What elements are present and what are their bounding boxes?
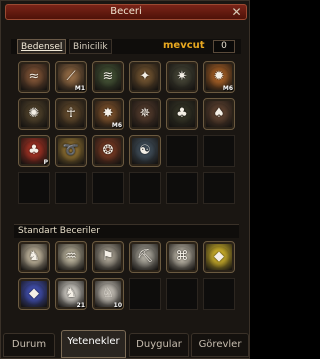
skill-glyph: ✷ bbox=[176, 69, 188, 84]
skill-glyph: ✦ bbox=[139, 69, 151, 84]
warrior-icon[interactable]: ✸ M6 bbox=[92, 98, 124, 130]
empty-skill-slot[interactable] bbox=[166, 135, 198, 167]
rope-icon[interactable]: ≈ bbox=[18, 61, 50, 93]
skill-glyph: ⚑ bbox=[102, 249, 114, 264]
skill-glyph: ☥ bbox=[66, 106, 76, 121]
skill-glyph: ≈ bbox=[28, 69, 40, 84]
points-label: mevcut bbox=[163, 40, 205, 51]
yellow-gem-icon[interactable]: ◆ bbox=[203, 241, 235, 273]
skill-glyph: ♣ bbox=[28, 143, 40, 158]
flag-icon[interactable]: ⚑ bbox=[92, 241, 124, 273]
skill-level: M6 bbox=[222, 85, 233, 92]
standard-skill-grid: ♞ ♒ ⚑ ⛏ ⌘ ◆ ◆ ♞ 21 ♘ 10 bbox=[18, 241, 239, 321]
skill-level: 10 bbox=[113, 302, 122, 309]
stripes-icon[interactable]: ≋ bbox=[92, 61, 124, 93]
skill-glyph: ◆ bbox=[214, 249, 224, 264]
tab-duygular[interactable]: Duygular bbox=[129, 333, 189, 357]
tab-yetenekler[interactable]: Yetenekler bbox=[61, 330, 126, 358]
close-icon[interactable]: ✕ bbox=[230, 6, 243, 19]
skill-grid: ≈ ⟋ M1 ≋ ✦ ✷ ✹ M6 ✺ ☥ ✸ M6 ✵ ♣ ♠ ♣ P ➰ ❂ ☯ bbox=[18, 61, 239, 211]
skill-glyph: ❂ bbox=[102, 143, 114, 158]
empty-skill-slot[interactable] bbox=[92, 172, 124, 204]
pickaxe-icon[interactable]: ⛏ bbox=[129, 241, 161, 273]
skill-glyph: ≋ bbox=[102, 69, 114, 84]
title-bar[interactable]: Beceri ✕ bbox=[5, 4, 247, 20]
skill-glyph: ✺ bbox=[28, 106, 40, 121]
bottom-tab-bar: Durum Yetenekler Duygular Görevler bbox=[1, 329, 251, 359]
skill-glyph: ⛏ bbox=[136, 249, 154, 264]
skill-glyph: ✸ bbox=[102, 106, 114, 121]
skill-glyph: ⌘ bbox=[175, 249, 189, 264]
skill-glyph: ✹ bbox=[213, 69, 225, 84]
sun-burst-icon[interactable]: ✹ M6 bbox=[203, 61, 235, 93]
blue-gem-icon[interactable]: ◆ bbox=[18, 278, 50, 310]
horse-rider-icon[interactable]: ♞ bbox=[18, 241, 50, 273]
spark-icon[interactable]: ✵ bbox=[129, 98, 161, 130]
empty-skill-slot[interactable] bbox=[166, 278, 198, 310]
skill-glyph: ✵ bbox=[139, 106, 151, 121]
skill-glyph: ◆ bbox=[29, 286, 39, 301]
net-icon[interactable]: ♒ bbox=[55, 241, 87, 273]
empty-skill-slot[interactable] bbox=[203, 135, 235, 167]
tab-bedensel[interactable]: Bedensel bbox=[17, 39, 67, 54]
skill-glyph: ⟋ bbox=[66, 69, 76, 84]
skill-level: M1 bbox=[74, 85, 85, 92]
empty-skill-slot[interactable] bbox=[166, 172, 198, 204]
stickman-icon[interactable]: ☥ bbox=[55, 98, 87, 130]
skill-glyph: ♒ bbox=[65, 249, 77, 264]
skill-glyph: ➰ bbox=[62, 143, 80, 158]
skill-glyph: ♣ bbox=[176, 106, 188, 121]
tree-icon[interactable]: ♣ bbox=[166, 98, 198, 130]
skill-level: P bbox=[43, 159, 48, 166]
horse-icon[interactable]: ♞ 21 bbox=[55, 278, 87, 310]
points-value: 0 bbox=[213, 40, 235, 53]
slash-icon[interactable]: ⟋ M1 bbox=[55, 61, 87, 93]
skill-level: 21 bbox=[76, 302, 85, 309]
yin-yang-icon[interactable]: ☯ bbox=[129, 135, 161, 167]
skill-category-bar: Bedensel Binicilik mevcut 0 bbox=[11, 39, 241, 54]
fire-swirl-icon[interactable]: ❂ bbox=[92, 135, 124, 167]
empty-skill-slot[interactable] bbox=[18, 172, 50, 204]
tab-görevler[interactable]: Görevler bbox=[191, 333, 249, 357]
window-title: Beceri bbox=[110, 6, 142, 17]
skill-glyph: ☯ bbox=[139, 143, 151, 158]
skill-glyph: ♞ bbox=[28, 249, 40, 264]
knot-icon[interactable]: ⌘ bbox=[166, 241, 198, 273]
horse-helmet-icon[interactable]: ♘ 10 bbox=[92, 278, 124, 310]
skills-window: Beceri ✕ Bedensel Binicilik mevcut 0 ≈ ⟋ M… bbox=[0, 0, 250, 359]
tab-binicilik[interactable]: Binicilik bbox=[69, 39, 112, 54]
star-burst-icon[interactable]: ✷ bbox=[166, 61, 198, 93]
empty-skill-slot[interactable] bbox=[203, 172, 235, 204]
standard-skills-header: Standart Beceriler bbox=[14, 224, 239, 238]
skill-glyph: ♠ bbox=[213, 106, 225, 121]
blade-icon[interactable]: ✦ bbox=[129, 61, 161, 93]
skill-glyph: ♘ bbox=[102, 286, 114, 301]
skill-glyph: ♞ bbox=[65, 286, 77, 301]
empty-skill-slot[interactable] bbox=[203, 278, 235, 310]
tab-durum[interactable]: Durum bbox=[3, 333, 55, 357]
swirl-icon[interactable]: ✺ bbox=[18, 98, 50, 130]
red-tree-icon[interactable]: ♣ P bbox=[18, 135, 50, 167]
skill-level: M6 bbox=[111, 122, 122, 129]
tree-spirit-icon[interactable]: ♠ bbox=[203, 98, 235, 130]
empty-skill-slot[interactable] bbox=[129, 278, 161, 310]
dragon-icon[interactable]: ➰ bbox=[55, 135, 87, 167]
empty-skill-slot[interactable] bbox=[55, 172, 87, 204]
empty-skill-slot[interactable] bbox=[129, 172, 161, 204]
standard-skills-title: Standart Beceriler bbox=[18, 226, 100, 236]
